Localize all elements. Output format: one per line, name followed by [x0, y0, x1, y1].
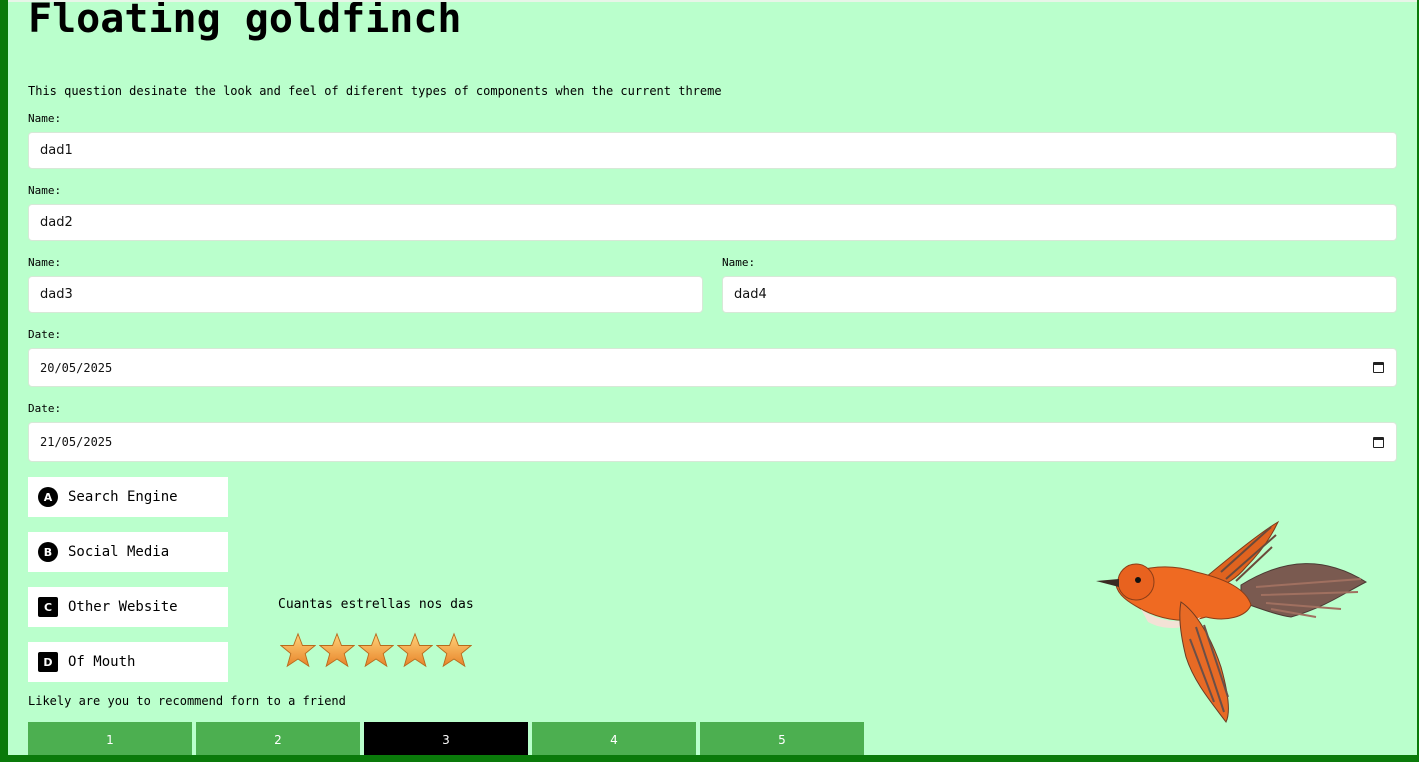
option-b-badge: B: [38, 542, 58, 562]
name-input-2[interactable]: dad2: [28, 204, 1397, 241]
calendar-icon[interactable]: [1373, 362, 1384, 373]
name-input-3-value: dad3: [40, 287, 73, 302]
option-of-mouth[interactable]: D Of Mouth: [28, 642, 228, 682]
star-icon[interactable]: [358, 632, 394, 668]
option-label: Social Media: [68, 544, 170, 560]
recommend-scale: 1 2 3 4 5: [28, 722, 864, 755]
star-icon[interactable]: [280, 632, 316, 668]
option-label: Of Mouth: [68, 654, 136, 670]
option-label: Search Engine: [68, 489, 178, 505]
scale-button-3[interactable]: 3: [364, 722, 528, 755]
scale-button-1[interactable]: 1: [28, 722, 192, 755]
recommend-label: Likely are you to recommend forn to a fr…: [28, 694, 346, 708]
name-label-2: Name:: [28, 184, 62, 197]
option-social-media[interactable]: B Social Media: [28, 532, 228, 572]
date-input-2-value: 21/05/2025: [40, 435, 113, 449]
option-a-badge: A: [38, 487, 58, 507]
name-label-1: Name:: [28, 112, 62, 125]
scale-button-4[interactable]: 4: [532, 722, 696, 755]
name-input-1-value: dad1: [40, 143, 73, 158]
date-input-1-value: 20/05/2025: [40, 360, 113, 375]
option-label: Other Website: [68, 599, 178, 615]
date-label-2: Date:: [28, 402, 62, 415]
scale-button-2[interactable]: 2: [196, 722, 360, 755]
rating-label: Cuantas estrellas nos das: [278, 597, 474, 612]
star-icon[interactable]: [397, 632, 433, 668]
calendar-icon[interactable]: [1373, 436, 1384, 448]
scale-button-5[interactable]: 5: [700, 722, 864, 755]
survey-description: This question desinate the look and feel…: [28, 84, 722, 98]
star-rating[interactable]: [280, 632, 472, 668]
name-input-1[interactable]: dad1: [28, 132, 1397, 169]
bird-illustration: [1096, 520, 1368, 723]
star-icon[interactable]: [436, 632, 472, 668]
name-input-4-value: dad4: [734, 287, 767, 302]
survey-page: Floating goldfinch This question desinat…: [8, 0, 1417, 755]
star-icon[interactable]: [319, 632, 355, 668]
date-label-1: Date:: [28, 328, 62, 341]
option-c-badge: C: [38, 597, 58, 617]
option-d-badge: D: [38, 652, 58, 672]
date-input-1[interactable]: 20/05/2025: [28, 348, 1397, 387]
name-input-2-value: dad2: [40, 215, 73, 230]
option-search-engine[interactable]: A Search Engine: [28, 477, 228, 517]
page-title: Floating goldfinch: [28, 0, 462, 42]
name-label-3: Name:: [28, 256, 62, 269]
name-input-4[interactable]: dad4: [722, 276, 1397, 313]
name-label-4: Name:: [722, 256, 756, 269]
option-other-website[interactable]: C Other Website: [28, 587, 228, 627]
date-input-2[interactable]: 21/05/2025: [28, 422, 1397, 462]
name-input-3[interactable]: dad3: [28, 276, 703, 313]
